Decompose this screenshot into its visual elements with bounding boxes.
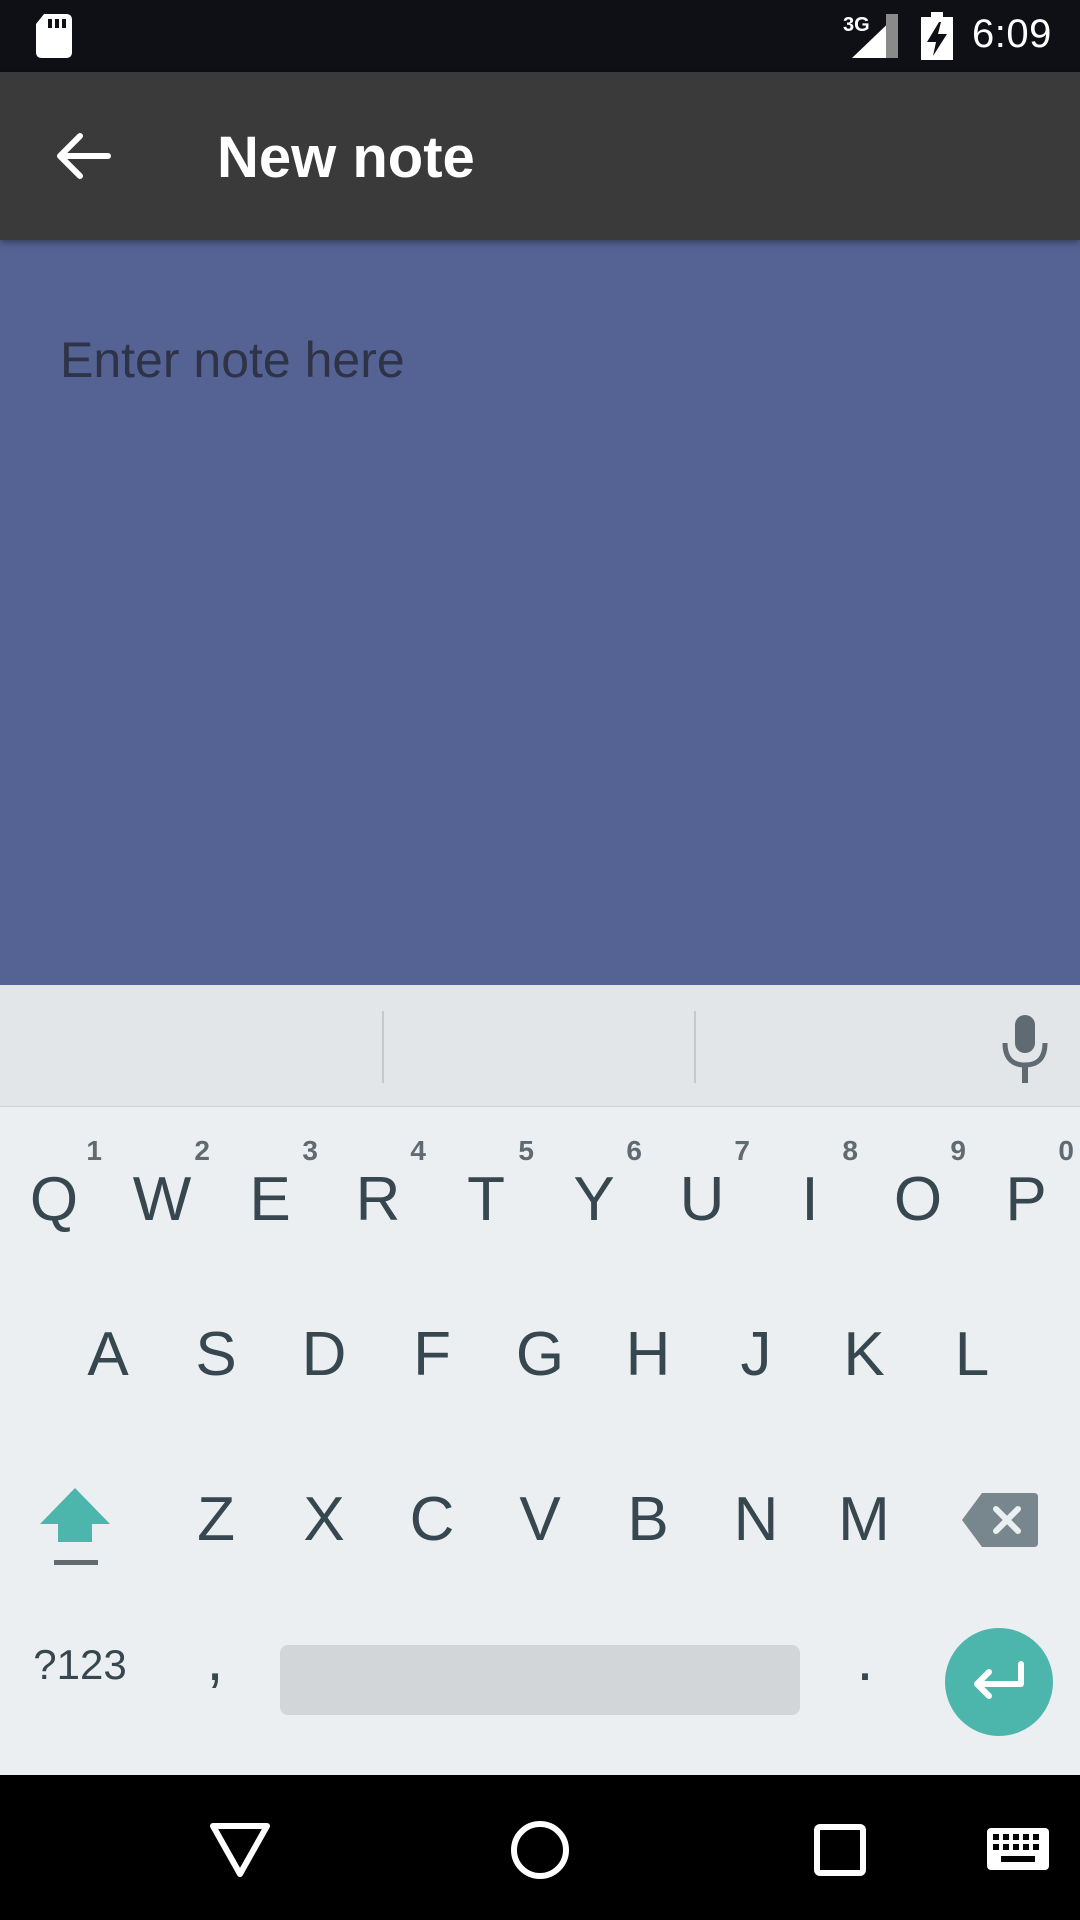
nav-back-button[interactable] (205, 1815, 275, 1885)
key-g[interactable]: G (486, 1290, 594, 1420)
nav-recents-square-icon (814, 1824, 866, 1876)
signal-icon (852, 14, 898, 58)
navigation-bar (0, 1775, 1080, 1920)
key-x[interactable]: X (270, 1455, 378, 1585)
soft-keyboard: Q 1 W 2 E 3 R 4 T 5 Y 6 U 7 I 8 O 9 P 0 … (0, 985, 1080, 1775)
nav-recents-button[interactable] (805, 1815, 875, 1885)
key-q[interactable]: Q 1 (0, 1125, 108, 1255)
key-d[interactable]: D (270, 1290, 378, 1420)
status-clock: 6:09 (972, 12, 1052, 56)
status-bar: 3G 6:09 (0, 0, 1080, 72)
key-a[interactable]: A (54, 1290, 162, 1420)
key-z[interactable]: Z (162, 1455, 270, 1585)
key-m[interactable]: M (810, 1455, 918, 1585)
key-y[interactable]: Y 6 (540, 1125, 648, 1255)
period-key[interactable]: . (835, 1615, 895, 1705)
suggestion-strip (0, 985, 1080, 1107)
key-s[interactable]: S (162, 1290, 270, 1420)
suggestion-divider (382, 1011, 384, 1083)
nav-home-circle-icon (511, 1821, 569, 1879)
nav-home-button[interactable] (505, 1815, 575, 1885)
note-input[interactable] (60, 320, 1020, 400)
keyboard-switch-button[interactable] (985, 1815, 1051, 1885)
symbols-key[interactable]: ?123 (20, 1625, 140, 1705)
screen: 3G 6:09 New note Enter note here Q 1 W 2… (0, 0, 1080, 1920)
key-b[interactable]: B (594, 1455, 702, 1585)
backspace-icon (962, 1493, 1038, 1547)
nav-back-triangle-icon (210, 1823, 270, 1877)
enter-arrow-icon (974, 1661, 1024, 1699)
key-i[interactable]: I 8 (756, 1125, 864, 1255)
backspace-key[interactable] (960, 1485, 1040, 1555)
key-v[interactable]: V (486, 1455, 594, 1585)
arrow-back-icon (57, 133, 111, 179)
key-w[interactable]: W 2 (108, 1125, 216, 1255)
key-r[interactable]: R 4 (324, 1125, 432, 1255)
key-f[interactable]: F (378, 1290, 486, 1420)
suggestion-divider (694, 1011, 696, 1083)
key-o[interactable]: O 9 (864, 1125, 972, 1255)
sd-card-icon (36, 14, 72, 58)
battery-charging-icon (921, 12, 953, 60)
key-n[interactable]: N (702, 1455, 810, 1585)
space-bar[interactable] (280, 1645, 800, 1715)
key-l[interactable]: L (918, 1290, 1026, 1420)
back-button[interactable] (40, 112, 128, 200)
key-u[interactable]: U 7 (648, 1125, 756, 1255)
enter-key[interactable] (945, 1628, 1053, 1736)
key-h[interactable]: H (594, 1290, 702, 1420)
keyboard-icon (987, 1828, 1049, 1870)
shift-key[interactable] (30, 1480, 120, 1580)
app-bar: New note (0, 72, 1080, 240)
key-c[interactable]: C (378, 1455, 486, 1585)
comma-key[interactable]: , (180, 1615, 250, 1705)
microphone-icon[interactable] (995, 1015, 1055, 1085)
shift-arrow-icon (40, 1488, 110, 1565)
key-j[interactable]: J (702, 1290, 810, 1420)
page-title: New note (217, 125, 475, 190)
key-p[interactable]: P 0 (972, 1125, 1080, 1255)
key-t[interactable]: T 5 (432, 1125, 540, 1255)
note-area (0, 240, 1080, 985)
key-e[interactable]: E 3 (216, 1125, 324, 1255)
key-k[interactable]: K (810, 1290, 918, 1420)
